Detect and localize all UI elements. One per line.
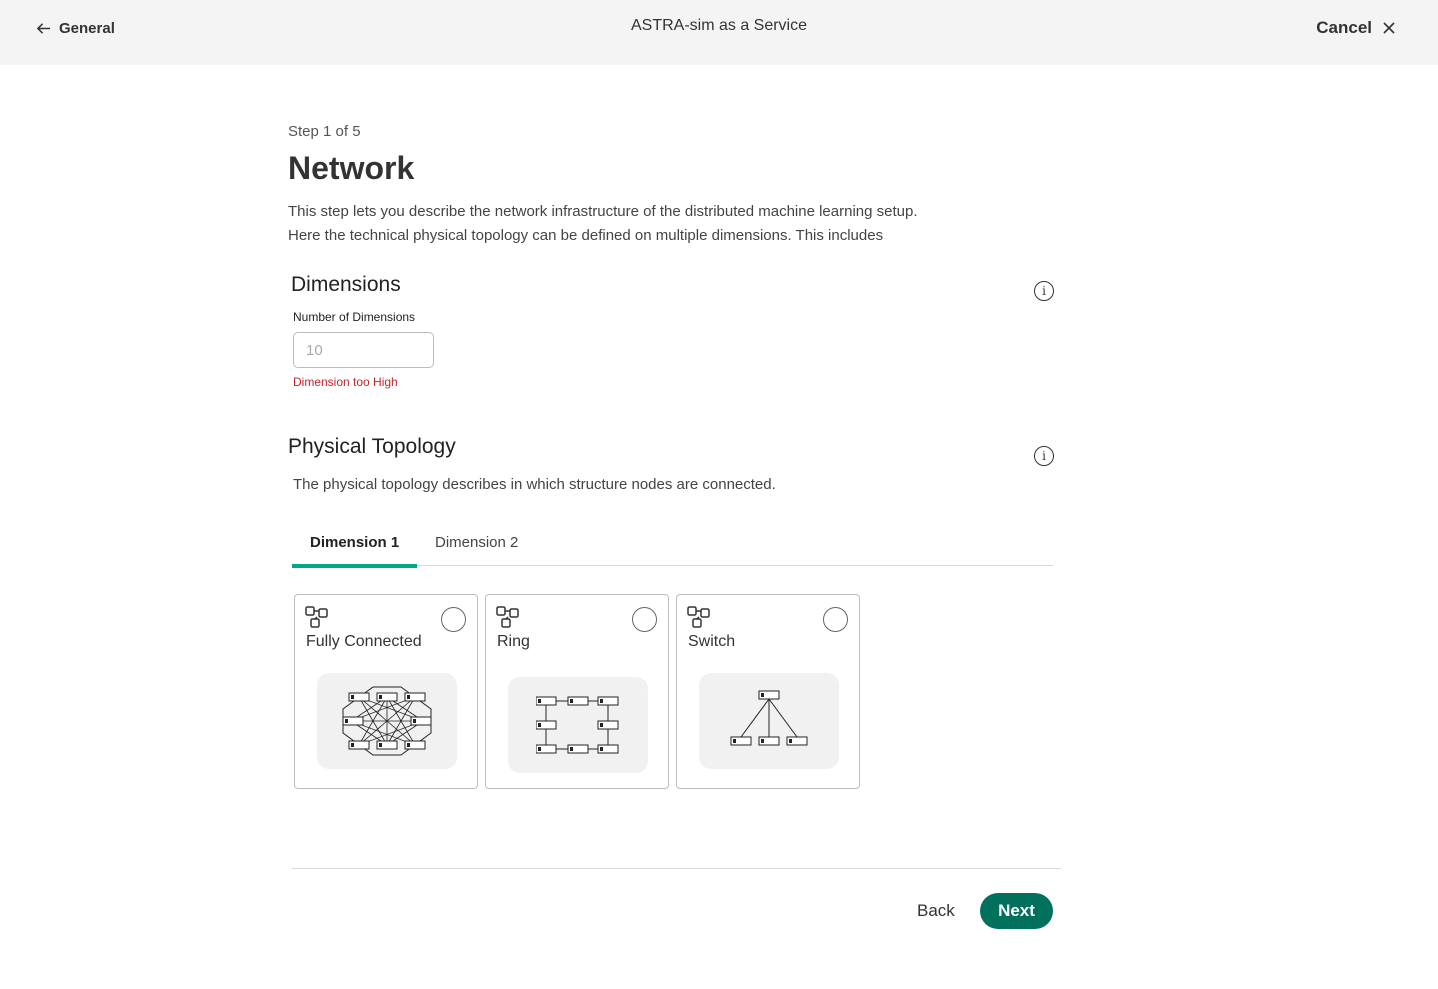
number-of-dimensions-input[interactable] bbox=[293, 332, 434, 368]
ring-diagram bbox=[508, 677, 648, 773]
topology-icon bbox=[687, 606, 710, 628]
dimensions-heading: Dimensions bbox=[291, 273, 401, 296]
fully-connected-radio[interactable] bbox=[441, 607, 466, 632]
description-line-1: This step lets you describe the network … bbox=[288, 203, 918, 220]
dimension-error-message: Dimension too High bbox=[293, 375, 398, 389]
fully-connected-diagram bbox=[317, 673, 457, 769]
tab-dimension-1[interactable]: Dimension 1 bbox=[292, 534, 418, 568]
topology-option-ring[interactable]: Ring bbox=[485, 594, 669, 789]
switch-radio[interactable] bbox=[823, 607, 848, 632]
close-icon bbox=[1383, 22, 1395, 34]
step-indicator: Step 1 of 5 bbox=[288, 123, 361, 140]
number-of-dimensions-label: Number of Dimensions bbox=[293, 310, 416, 324]
footer-divider bbox=[292, 868, 1061, 869]
physical-topology-description: The physical topology describes in which… bbox=[293, 476, 776, 493]
switch-label: Switch bbox=[688, 633, 736, 650]
tab-dimension-2[interactable]: Dimension 2 bbox=[417, 534, 536, 568]
topology-option-switch[interactable]: Switch bbox=[676, 594, 860, 789]
back-button[interactable]: Back bbox=[902, 893, 970, 929]
switch-diagram bbox=[699, 673, 839, 769]
cancel-button[interactable]: Cancel bbox=[1316, 18, 1396, 38]
dimensions-info-icon[interactable]: i bbox=[1034, 281, 1054, 301]
page-title: Network bbox=[288, 150, 415, 186]
app-title: ASTRA-sim as a Service bbox=[630, 17, 808, 34]
fully-connected-label: Fully Connected bbox=[306, 633, 422, 650]
next-button[interactable]: Next bbox=[980, 893, 1053, 929]
ring-label: Ring bbox=[497, 633, 530, 650]
ring-radio[interactable] bbox=[632, 607, 657, 632]
page-description: This step lets you describe the network … bbox=[288, 200, 988, 248]
cancel-label: Cancel bbox=[1316, 18, 1372, 37]
description-line-2: Here the technical physical topology can… bbox=[288, 227, 884, 244]
top-bar: General ASTRA-sim as a Service Cancel bbox=[0, 0, 1438, 65]
physical-topology-heading: Physical Topology bbox=[288, 435, 456, 458]
topology-option-fully-connected[interactable]: Fully Connected bbox=[294, 594, 478, 789]
topology-icon bbox=[496, 606, 519, 628]
topology-info-icon[interactable]: i bbox=[1034, 446, 1054, 466]
topology-icon bbox=[305, 606, 328, 628]
